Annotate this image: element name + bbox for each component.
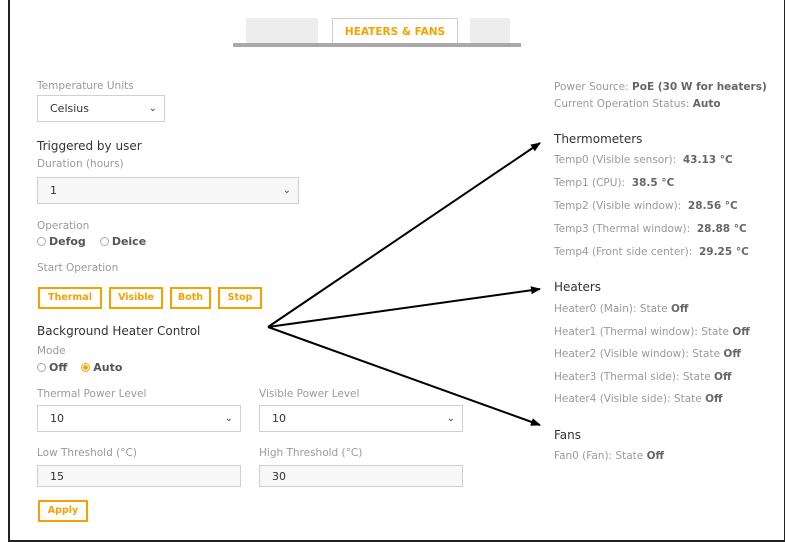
heater-item: Heater2 (Visible window): State Off <box>554 348 741 360</box>
chevron-down-icon: ⌄ <box>446 413 455 424</box>
operation-status-line: Current Operation Status: Auto <box>554 98 721 110</box>
operation-status-value: Auto <box>692 98 721 110</box>
background-title: Background Heater Control <box>37 324 201 338</box>
stop-button[interactable]: Stop <box>218 287 262 309</box>
visible-power-select[interactable]: 10 ⌄ <box>259 405 463 432</box>
low-threshold-input[interactable]: 15 <box>37 465 241 487</box>
deice-option[interactable]: Deice <box>99 235 146 248</box>
start-operation-label: Start Operation <box>37 262 119 274</box>
duration-select[interactable]: 1 ⌄ <box>37 177 299 204</box>
mode-label: Mode <box>37 345 66 357</box>
duration-value: 1 <box>50 184 57 197</box>
tab-right[interactable] <box>470 18 510 44</box>
heater-item: Heater0 (Main): State Off <box>554 303 689 315</box>
low-threshold-label: Low Threshold (°C) <box>37 447 137 459</box>
defog-option[interactable]: Defog <box>37 235 86 248</box>
thermometers-title: Thermometers <box>554 132 643 146</box>
chevron-down-icon: ⌄ <box>148 103 157 114</box>
power-source-value: PoE (30 W for heaters) <box>632 81 767 93</box>
thermometer-item: Temp3 (Thermal window): 28.88 °C <box>554 223 747 235</box>
tab-heaters-fans[interactable]: HEATERS & FANS <box>332 18 458 44</box>
temperature-units-select[interactable]: Celsius ⌄ <box>37 95 165 122</box>
high-threshold-input[interactable]: 30 <box>259 465 463 487</box>
heater-item: Heater1 (Thermal window): State Off <box>554 326 750 338</box>
mode-radio-group: Off Auto <box>37 361 122 374</box>
visible-power-label: Visible Power Level <box>259 388 360 400</box>
visible-power-value: 10 <box>272 412 286 425</box>
heaters-title: Heaters <box>554 280 602 294</box>
chevron-down-icon: ⌄ <box>282 185 291 196</box>
thermometer-item: Temp2 (Visible window): 28.56 °C <box>554 200 738 212</box>
thermal-power-select[interactable]: 10 ⌄ <box>37 405 241 432</box>
radio-icon[interactable] <box>37 363 46 372</box>
heater-item: Heater3 (Thermal side): State Off <box>554 371 732 383</box>
both-button[interactable]: Both <box>170 287 211 309</box>
mode-off-option[interactable]: Off <box>37 361 67 374</box>
high-threshold-label: High Threshold (°C) <box>259 447 363 459</box>
fan-item: Fan0 (Fan): State Off <box>554 450 664 462</box>
thermal-power-value: 10 <box>50 412 64 425</box>
thermometer-item: Temp1 (CPU): 38.5 °C <box>554 177 675 189</box>
radio-icon[interactable] <box>37 237 46 246</box>
thermometer-item: Temp0 (Visible sensor): 43.13 °C <box>554 154 733 166</box>
duration-label: Duration (hours) <box>37 158 124 170</box>
visible-button[interactable]: Visible <box>109 287 163 309</box>
fans-title: Fans <box>554 428 582 442</box>
radio-icon[interactable] <box>81 363 91 372</box>
thermal-power-label: Thermal Power Level <box>37 388 147 400</box>
temperature-units-label: Temperature Units <box>37 80 134 92</box>
temperature-units-value: Celsius <box>50 102 89 115</box>
power-source-line: Power Source: PoE (30 W for heaters) <box>554 81 767 93</box>
chevron-down-icon: ⌄ <box>224 413 233 424</box>
thermometer-item: Temp4 (Front side center): 29.25 °C <box>554 246 749 258</box>
mode-auto-option[interactable]: Auto <box>81 361 122 374</box>
heater-item: Heater4 (Visible side): State Off <box>554 393 723 405</box>
operation-radio-group: Defog Deice <box>37 235 146 248</box>
tab-left[interactable] <box>246 18 318 44</box>
apply-button[interactable]: Apply <box>38 500 88 522</box>
operation-label: Operation <box>37 220 90 232</box>
thermal-button[interactable]: Thermal <box>38 287 102 309</box>
radio-icon[interactable] <box>99 237 109 246</box>
tab-underline <box>233 43 521 47</box>
triggered-title: Triggered by user <box>37 139 142 153</box>
